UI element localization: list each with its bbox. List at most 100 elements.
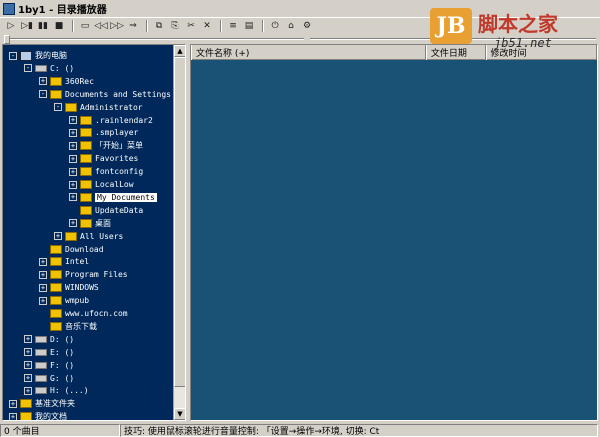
folder-icon: [65, 102, 77, 112]
delete-button[interactable]: ✕: [200, 19, 214, 33]
tree-item[interactable]: +360Rec: [39, 75, 94, 88]
collapse-icon[interactable]: -: [39, 90, 47, 99]
power-button[interactable]: ⏻: [268, 19, 282, 33]
track-count: 0 个曲目: [0, 423, 120, 437]
expand-icon[interactable]: +: [69, 116, 77, 124]
tree-item[interactable]: - C: (): [24, 62, 74, 75]
tree-item-label: G: (): [50, 373, 75, 383]
prev-button[interactable]: ◁◁: [94, 19, 108, 33]
expand-icon[interactable]: +: [24, 335, 32, 344]
tree-item-label: 我的文档: [35, 412, 67, 421]
scroll-thumb[interactable]: [174, 57, 185, 387]
expand-icon[interactable]: +: [39, 270, 47, 279]
file-list[interactable]: 文件名称 (+) 文件日期 修改时间: [190, 44, 598, 421]
tree-item[interactable]: + Favorites: [69, 152, 138, 165]
tree-item[interactable]: + E: (): [24, 346, 74, 359]
tree-item[interactable]: - 我的电脑: [9, 49, 67, 62]
tree-item[interactable]: + 「开始」菜单: [69, 139, 143, 152]
expand-icon[interactable]: +: [24, 386, 32, 395]
scroll-up-icon[interactable]: ▲: [174, 45, 185, 57]
tree-item[interactable]: UpdateData: [69, 204, 143, 217]
home-button[interactable]: ⌂: [284, 19, 298, 33]
tree-item-label: Program Files: [65, 270, 128, 280]
drive-icon: [35, 64, 47, 72]
collapse-icon[interactable]: -: [24, 64, 32, 73]
tree-item[interactable]: - Documents and Settings: [39, 88, 171, 101]
tree-item-label: 360Rec: [65, 76, 94, 86]
tree-item[interactable]: - Administrator: [54, 101, 143, 114]
expand-icon[interactable]: +: [69, 154, 77, 163]
expand-icon[interactable]: +: [69, 193, 77, 202]
tree-item-label: 基准文件夹: [35, 399, 75, 409]
tree-item[interactable]: + WINDOWS: [39, 281, 99, 294]
tree-item[interactable]: + F: (): [24, 359, 74, 372]
play-pause-button[interactable]: ▷▮: [20, 19, 34, 33]
column-filename[interactable]: 文件名称 (+): [191, 45, 426, 60]
tree-item[interactable]: + 基准文件夹: [9, 397, 75, 410]
expand-icon[interactable]: +: [39, 296, 47, 305]
folder-icon: [20, 412, 32, 420]
tree-item[interactable]: + D: (): [24, 333, 74, 346]
folder-button[interactable]: ▭: [78, 19, 92, 33]
paste-button[interactable]: ⎘: [168, 19, 182, 33]
tree-scrollbar[interactable]: ▲ ▼: [173, 45, 185, 420]
tree-item[interactable]: + Intel: [39, 255, 89, 268]
tree-item[interactable]: + My Documents: [69, 191, 157, 204]
folder-icon: [50, 270, 62, 280]
expand-icon[interactable]: +: [24, 348, 32, 357]
tree-item-label: 桌面: [95, 218, 111, 228]
expand-icon[interactable]: +: [39, 77, 47, 86]
tree-item[interactable]: + 桌面: [69, 217, 111, 230]
tree-item[interactable]: + LocalLow: [69, 178, 134, 191]
expand-icon[interactable]: +: [24, 361, 32, 370]
collapse-icon[interactable]: -: [54, 103, 62, 112]
tree-item[interactable]: + .rainlendar2: [69, 114, 153, 127]
tree-item[interactable]: + H: (...): [24, 384, 89, 397]
expand-icon[interactable]: +: [69, 128, 77, 137]
list-button[interactable]: ≡: [226, 19, 240, 33]
tree-item-label: Documents and Settings: [65, 89, 171, 99]
expand-icon[interactable]: +: [69, 219, 77, 228]
folder-icon: [50, 309, 62, 318]
stop-button[interactable]: ■: [52, 19, 66, 33]
play-button[interactable]: ▷: [4, 19, 18, 33]
next-button[interactable]: ▷▷: [110, 19, 124, 33]
tree-item[interactable]: + G: (): [24, 372, 74, 385]
pause-button[interactable]: ▮▮: [36, 19, 50, 33]
tree-item[interactable]: Download: [39, 243, 104, 256]
folder-tree[interactable]: ▲ ▼ - 我的电脑 - C: () +360Rec - Documents and Set…: [2, 44, 186, 421]
expand-icon[interactable]: +: [9, 412, 17, 420]
expand-icon[interactable]: +: [24, 374, 32, 382]
expand-icon[interactable]: +: [39, 283, 47, 292]
cut-button[interactable]: ✂: [184, 19, 198, 33]
props-button[interactable]: ▤: [242, 19, 256, 33]
tree-item[interactable]: + 我的文档: [9, 410, 67, 421]
toolbar-separator: [220, 20, 222, 32]
tree-item-label: .smplayer: [95, 128, 139, 138]
expand-icon[interactable]: +: [9, 399, 17, 408]
skip-button[interactable]: ⇒: [126, 19, 140, 33]
folder-icon: [20, 399, 32, 409]
collapse-icon[interactable]: -: [9, 51, 17, 60]
tree-item[interactable]: 音乐下载: [39, 320, 97, 333]
watermark: JB 脚本之家 jb51.net: [420, 0, 600, 58]
seek-thumb[interactable]: [4, 35, 10, 44]
tree-item[interactable]: + fontconfig: [69, 165, 143, 178]
tree-item[interactable]: + .smplayer: [69, 126, 138, 139]
tree-item[interactable]: + wmpub: [39, 294, 89, 307]
expand-icon[interactable]: +: [69, 167, 77, 176]
settings-button[interactable]: ⚙: [300, 19, 314, 33]
tree-item[interactable]: + All Users: [54, 230, 123, 243]
scroll-down-icon[interactable]: ▼: [174, 408, 185, 420]
tree-item-label: H: (...): [50, 386, 89, 396]
expand-icon[interactable]: +: [69, 141, 77, 150]
expand-icon[interactable]: +: [69, 180, 77, 189]
expand-icon[interactable]: +: [54, 232, 62, 241]
seek-slider[interactable]: [4, 35, 304, 44]
folder-icon: [50, 321, 62, 331]
copy-button[interactable]: ⧉: [152, 19, 166, 33]
tree-item[interactable]: + Program Files: [39, 268, 128, 281]
expand-icon[interactable]: +: [39, 257, 47, 266]
tree-item[interactable]: www.ufocn.com: [39, 307, 128, 320]
